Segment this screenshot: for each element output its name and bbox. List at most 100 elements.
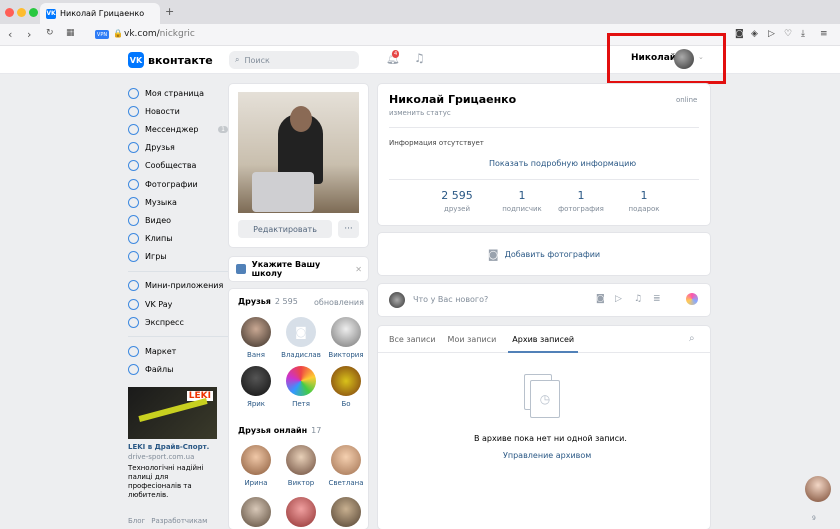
maximize-window-button[interactable] [29, 8, 38, 17]
archive-manage-link[interactable]: Управление архивом [503, 451, 591, 460]
profile-stat[interactable]: 1 подписчик [489, 189, 555, 213]
change-status-link[interactable]: изменить статус [389, 109, 451, 117]
chat-count: 9 [812, 515, 816, 522]
sidebar-item[interactable]: Мессенджер 1 [128, 120, 228, 138]
chevron-down-icon[interactable]: ⌄ [698, 53, 704, 61]
profile-stat[interactable]: 1 подарок [611, 189, 677, 213]
send-icon[interactable]: ▷ [768, 29, 775, 39]
friend-avatar [331, 317, 361, 347]
chat-widget-avatar[interactable] [805, 476, 831, 502]
sidebar-item-label: Друзья [145, 143, 175, 153]
friend-avatar [331, 445, 361, 475]
tab-all-posts[interactable]: Все записи [389, 335, 436, 344]
ad-title[interactable]: LEKI в Драйв-Спорт. [128, 443, 209, 451]
search-placeholder: Поиск [244, 55, 270, 65]
vpn-badge[interactable]: VPN [95, 30, 109, 39]
apps-icon [128, 280, 139, 292]
school-prompt-card[interactable]: Укажите Вашу школу ✕ [229, 257, 368, 281]
friend-item[interactable]: Светлана [328, 445, 364, 487]
video-attach-icon[interactable]: ▷ [615, 294, 622, 304]
close-icon[interactable]: ✕ [355, 265, 362, 274]
more-actions-button[interactable]: ··· [338, 220, 359, 238]
search-input[interactable]: ⌕ Поиск [229, 51, 359, 69]
edit-profile-button[interactable]: Редактировать [238, 220, 332, 238]
minimize-window-button[interactable] [17, 8, 26, 17]
back-icon[interactable]: ‹ [8, 28, 12, 41]
friend-item[interactable]: Петя [283, 366, 319, 408]
reload-icon[interactable]: ↻ [46, 28, 54, 38]
footer-link-developers[interactable]: Разработчикам [151, 517, 207, 525]
profile-photo[interactable] [238, 92, 359, 213]
friend-item[interactable]: Ярик [238, 366, 274, 408]
download-icon[interactable]: ⤓ [801, 29, 805, 39]
friends-header[interactable]: Друзья 2 595 [238, 297, 298, 306]
search-icon[interactable]: ⌕ [689, 333, 695, 344]
friend-item[interactable]: Виктория [328, 317, 364, 359]
sidebar-item[interactable]: Файлы [128, 361, 228, 379]
vk-favicon-icon: VK [46, 8, 56, 19]
sidebar-item[interactable]: Мини-приложения [128, 277, 228, 295]
friend-avatar [241, 497, 271, 527]
user-menu-name[interactable]: Николай [631, 53, 676, 63]
photo-attach-icon[interactable]: ◙ [596, 294, 605, 304]
ad-banner-image[interactable]: LEKI [128, 387, 217, 439]
profile-stat[interactable]: 2 595 друзей [424, 189, 490, 213]
music-note-icon[interactable]: ♫ [414, 51, 425, 65]
sidebar-item[interactable]: Фотографии [128, 175, 228, 193]
sidebar-item[interactable]: Музыка [128, 193, 228, 211]
url-field[interactable]: vk.com/nickgric [124, 29, 195, 39]
close-window-button[interactable] [5, 8, 14, 17]
sidebar-item[interactable]: Моя страница [128, 84, 228, 102]
sidebar-item-label: Моя страница [145, 88, 204, 98]
music-attach-icon[interactable]: ♫ [634, 294, 642, 304]
friend-item[interactable] [328, 497, 364, 527]
sidebar-item[interactable]: Видео [128, 211, 228, 229]
friends-icon [128, 142, 139, 154]
camera-icon[interactable]: ◙ [735, 29, 744, 39]
shield-icon[interactable]: ◈ [751, 29, 758, 39]
add-photos-card[interactable]: ◙ Добавить фотографии [378, 233, 710, 275]
friend-item[interactable]: Ирина [238, 445, 274, 487]
sidebar-item[interactable]: Клипы [128, 230, 228, 248]
sidebar-item[interactable]: Маркет [128, 342, 228, 360]
heart-icon[interactable]: ♡ [784, 29, 792, 39]
friend-item[interactable]: Бо [328, 366, 364, 408]
friend-item[interactable] [283, 497, 319, 527]
sidebar-item[interactable]: Друзья [128, 139, 228, 157]
add-photos-label: Добавить фотографии [504, 249, 601, 259]
sidebar-item-label: Мини-приложения [145, 281, 224, 291]
post-input[interactable]: Что у Вас нового? [413, 295, 488, 304]
browser-tab[interactable]: VK Николай Грицаенко [40, 3, 160, 24]
tab-archive[interactable]: Архив записей [508, 328, 579, 353]
menu-icon[interactable]: ≡ [820, 29, 828, 39]
show-details-link[interactable]: Показать подробную информацию [489, 159, 636, 168]
vk-mini-app-icon[interactable] [686, 293, 698, 305]
friend-avatar [241, 445, 271, 475]
sidebar-item[interactable]: Сообщества [128, 157, 228, 175]
friend-item[interactable] [238, 497, 274, 527]
sidebar-item[interactable]: VK Pay [128, 295, 228, 313]
sidebar-item[interactable]: Новости [128, 102, 228, 120]
sidebar-item[interactable]: Экспресс [128, 313, 228, 331]
friend-item[interactable]: Ваня [238, 317, 274, 359]
friend-avatar [286, 445, 316, 475]
vk-logo[interactable]: VK вконтакте [128, 52, 213, 68]
new-tab-button[interactable]: + [165, 5, 174, 18]
forward-icon[interactable]: › [27, 28, 31, 41]
friend-item[interactable]: Виктор [283, 445, 319, 487]
sidebar-item-label: Маркет [145, 347, 177, 357]
user-avatar[interactable] [674, 49, 694, 69]
tab-my-posts[interactable]: Мои записи [448, 335, 497, 344]
wall-card [378, 326, 710, 529]
profile-name: Николай Грицаенко [389, 93, 517, 106]
friend-item[interactable]: ◙ Владислав [281, 317, 321, 359]
online-friends-header[interactable]: Друзья онлайн 17 [238, 426, 321, 435]
profile-stat[interactable]: 1 фотография [548, 189, 614, 213]
footer-link-blog[interactable]: Блог [128, 517, 145, 525]
ad-domain[interactable]: drive-sport.com.ua [128, 453, 194, 461]
ad-text[interactable]: Технологічні надійні палиці для професіо… [128, 464, 220, 500]
tabs-grid-icon[interactable]: ▦ [66, 28, 75, 38]
article-attach-icon[interactable]: ≣ [653, 294, 661, 304]
friends-updates-link[interactable]: обновления [314, 298, 364, 307]
sidebar-item[interactable]: Игры [128, 248, 228, 266]
